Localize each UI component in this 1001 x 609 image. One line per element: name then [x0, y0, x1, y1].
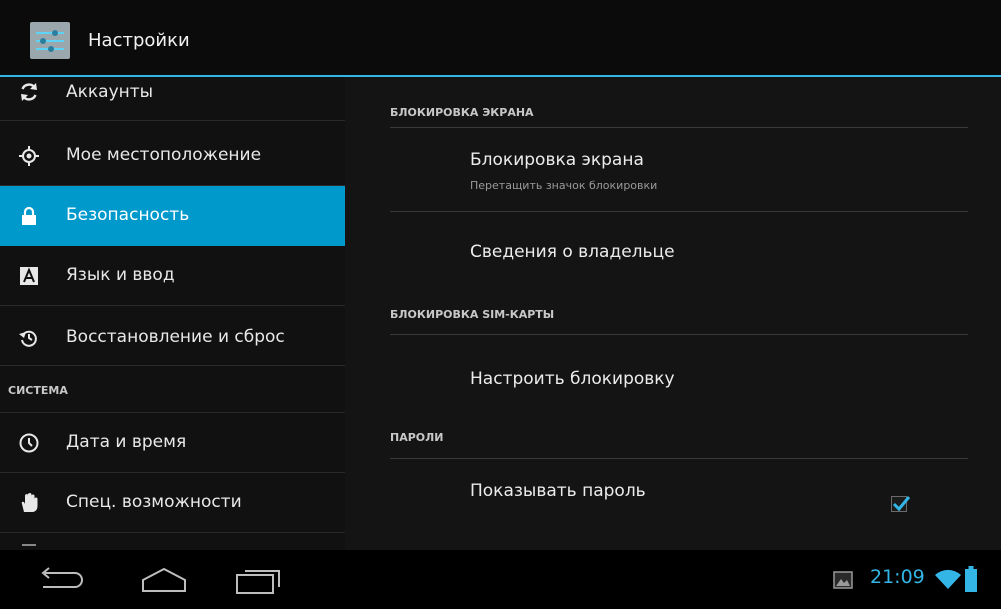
settings-icon[interactable]: [30, 22, 70, 59]
restore-icon: [18, 327, 40, 349]
section-header-sim-lock: БЛОКИРОВКА SIM-КАРТЫ: [390, 308, 555, 321]
battery-icon: [965, 566, 977, 596]
sidebar-item-date-time[interactable]: Дата и время: [0, 413, 345, 473]
system-bar: 21:09: [0, 550, 1001, 609]
sidebar-item-location[interactable]: Мое местоположение: [0, 126, 345, 186]
sidebar-item-label: Дата и время: [66, 432, 187, 452]
location-icon: [18, 145, 40, 167]
pref-setup-sim-lock[interactable]: Настроить блокировку: [390, 335, 968, 418]
checkmark-icon: [892, 496, 911, 512]
sidebar-item-accessibility[interactable]: Спец. возможности: [0, 473, 345, 533]
pref-show-password[interactable]: Показывать пароль: [390, 459, 968, 539]
sidebar-item-label: Язык и ввод: [66, 265, 175, 285]
hand-icon: [18, 492, 40, 514]
back-icon[interactable]: [33, 567, 91, 597]
pref-title: Сведения о владельце: [470, 242, 675, 262]
pref-title: Показывать пароль: [470, 481, 646, 501]
pref-summary: Перетащить значок блокировки: [470, 179, 658, 192]
security-settings-pane: БЛОКИРОВКА ЭКРАНА Блокировка экрана Пере…: [345, 77, 1001, 550]
pref-title: Блокировка экрана: [470, 150, 644, 170]
gallery-notification-icon[interactable]: [833, 571, 853, 593]
sync-icon: [18, 81, 40, 103]
pref-owner-info[interactable]: Сведения о владельце: [390, 212, 968, 295]
home-icon[interactable]: [135, 567, 193, 597]
sidebar-item-label: Спец. возможности: [66, 492, 242, 512]
sidebar-item-label: Безопасность: [66, 205, 190, 225]
sidebar-item-label: Мое местоположение: [66, 145, 262, 165]
app-title[interactable]: Настройки: [88, 30, 190, 51]
sidebar-item-language[interactable]: Язык и ввод: [0, 246, 345, 306]
clock-icon: [18, 432, 40, 454]
section-header-label: СИСТЕМА: [8, 384, 68, 397]
sidebar-item-backup-reset[interactable]: Восстановление и сброс: [0, 306, 345, 366]
keyboard-a-icon: [18, 265, 40, 287]
section-header-screen-lock: БЛОКИРОВКА ЭКРАНА: [390, 106, 534, 119]
show-password-checkbox[interactable]: [891, 496, 911, 512]
settings-headers-list: Аккаунты Мое местоположение Безопасность: [0, 77, 345, 550]
sidebar-item-label: Аккаунты: [66, 82, 154, 102]
pref-screen-lock[interactable]: Блокировка экрана Перетащить значок блок…: [390, 128, 968, 211]
recent-apps-icon[interactable]: [235, 567, 285, 599]
wifi-icon: [934, 568, 962, 594]
sidebar-item-label: Восстановление и сброс: [66, 327, 285, 347]
sidebar-item-security[interactable]: Безопасность: [0, 186, 345, 246]
status-clock[interactable]: 21:09: [870, 566, 925, 588]
lock-icon: [18, 205, 40, 227]
sidebar-item-accounts[interactable]: Аккаунты: [0, 77, 345, 121]
section-header-system: СИСТЕМА: [0, 373, 345, 413]
section-header-passwords: ПАРОЛИ: [390, 431, 444, 444]
action-bar: Настройки: [0, 0, 1001, 77]
pref-title: Настроить блокировку: [470, 369, 675, 389]
